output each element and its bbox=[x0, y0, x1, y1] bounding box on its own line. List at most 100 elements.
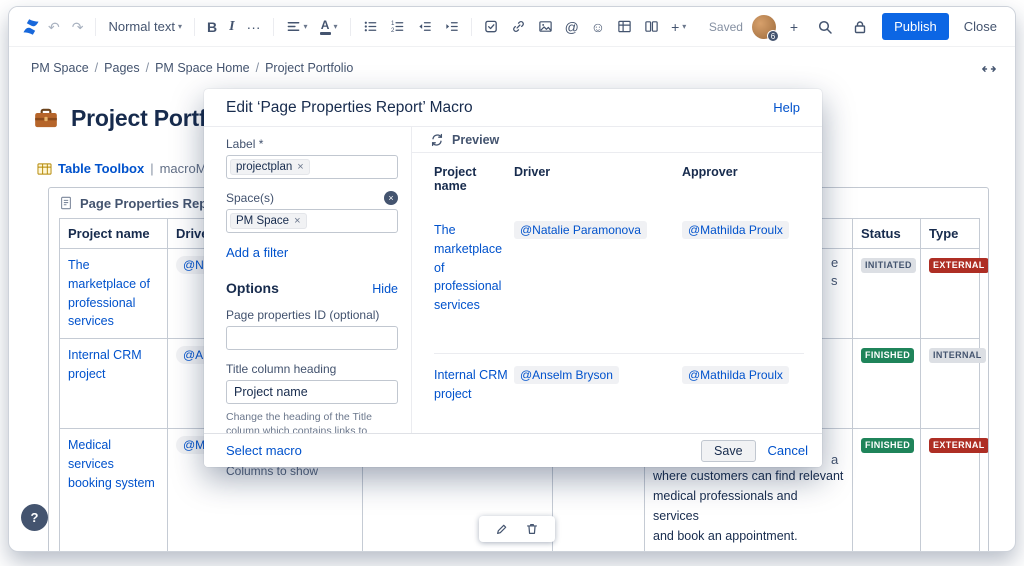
project-link[interactable]: Internal CRM project bbox=[68, 346, 159, 384]
select-macro-link[interactable]: Select macro bbox=[226, 443, 302, 458]
task-list-button[interactable] bbox=[479, 15, 504, 38]
mention-chip[interactable]: @Natalie Paramonova bbox=[514, 221, 647, 239]
preview-row: Internal CRM project @Anselm Bryson @Mat… bbox=[434, 353, 804, 403]
text-fragment: a bbox=[831, 452, 839, 467]
text-color-button[interactable]: A ▾ bbox=[315, 15, 343, 39]
mention-chip[interactable]: @Anselm Bryson bbox=[514, 365, 619, 384]
header-status: Status bbox=[852, 218, 921, 249]
breadcrumb-pm-space[interactable]: PM Space bbox=[31, 61, 89, 75]
text-style-dropdown[interactable]: Normal text ▾ bbox=[103, 15, 186, 38]
lock-icon bbox=[852, 19, 868, 35]
undo-button[interactable]: ↶ bbox=[43, 16, 65, 38]
page-properties-id-label: Page properties ID (optional) bbox=[226, 308, 380, 322]
remove-chip-icon[interactable]: × bbox=[297, 161, 303, 173]
mention-chip[interactable]: @Mathilda Proulx bbox=[682, 365, 789, 384]
add-people-icon: + bbox=[789, 18, 799, 35]
breadcrumb-pages[interactable]: Pages bbox=[104, 61, 139, 75]
breadcrumb-pm-space-home[interactable]: PM Space Home bbox=[155, 61, 249, 75]
text-style-label: Normal text bbox=[108, 19, 175, 34]
outdent-button[interactable] bbox=[412, 15, 437, 38]
task-checkbox-icon bbox=[484, 19, 499, 34]
title-column-heading-input[interactable]: Project name bbox=[226, 380, 398, 404]
preview-label: Preview bbox=[452, 132, 500, 147]
dialog-footer: Select macro Save Cancel bbox=[204, 433, 822, 467]
page-properties-id-input[interactable] bbox=[226, 326, 398, 350]
mention-chip[interactable]: @Mathilda Proulx bbox=[682, 221, 789, 239]
svg-text:1: 1 bbox=[391, 20, 395, 27]
insert-table-button[interactable] bbox=[612, 15, 637, 38]
cell-project: Internal CRM project bbox=[59, 338, 168, 429]
numbered-list-button[interactable]: 12 bbox=[385, 15, 410, 38]
cancel-link[interactable]: Cancel bbox=[768, 443, 808, 458]
toolbar-divider bbox=[95, 17, 97, 36]
bold-button[interactable]: B bbox=[202, 16, 222, 38]
help-link[interactable]: Help bbox=[773, 100, 800, 115]
breadcrumb-separator: / bbox=[145, 61, 150, 75]
link-button[interactable] bbox=[506, 15, 531, 38]
preview-header-row: Project name Driver Approver bbox=[434, 165, 804, 221]
label-chip: projectplan × bbox=[230, 159, 310, 175]
label-input[interactable]: projectplan × bbox=[226, 155, 398, 179]
publish-button[interactable]: Publish bbox=[882, 13, 949, 40]
spaces-input[interactable]: PM Space × bbox=[226, 209, 398, 233]
project-link[interactable]: The marketplace of professional services bbox=[68, 256, 159, 331]
breadcrumb-project-portfolio[interactable]: Project Portfolio bbox=[265, 61, 353, 75]
project-link[interactable]: Medical services booking system bbox=[68, 436, 159, 492]
preview-cell-project: The marketplace of professional services bbox=[434, 221, 514, 354]
mention-button[interactable]: @ bbox=[560, 16, 584, 38]
mention-icon: @ bbox=[564, 18, 579, 35]
insert-more-button[interactable]: + ▾ bbox=[666, 16, 691, 38]
avatar[interactable]: 6 bbox=[751, 14, 779, 42]
project-link[interactable]: Internal CRM project bbox=[434, 366, 510, 404]
save-status-text: Saved bbox=[708, 19, 743, 34]
refresh-icon[interactable] bbox=[430, 133, 444, 147]
edit-pencil-icon[interactable] bbox=[495, 522, 509, 536]
redo-button[interactable]: ↷ bbox=[67, 16, 89, 38]
document-icon bbox=[59, 195, 73, 211]
outdent-icon bbox=[417, 19, 432, 34]
table-floating-toolbar bbox=[479, 516, 555, 542]
preview-cell-approver: @Mathilda Proulx bbox=[682, 353, 804, 403]
project-link[interactable]: The marketplace of professional services bbox=[434, 221, 510, 315]
macro-title: Page Properties Report bbox=[80, 195, 225, 211]
confluence-logo-icon[interactable] bbox=[21, 17, 41, 37]
indent-button[interactable] bbox=[439, 15, 464, 38]
breadcrumb-separator: / bbox=[94, 61, 99, 75]
preview-body: Project name Driver Approver The marketp… bbox=[412, 153, 822, 403]
bullet-list-button[interactable] bbox=[358, 15, 383, 38]
alignment-icon bbox=[286, 19, 301, 34]
emoji-button[interactable]: ☺ bbox=[586, 16, 610, 38]
preview-header-project: Project name bbox=[434, 165, 477, 193]
layouts-button[interactable] bbox=[639, 15, 664, 38]
more-formatting-button[interactable]: ··· bbox=[242, 16, 266, 38]
italic-button[interactable]: I bbox=[224, 16, 239, 38]
type-badge: INTERNAL bbox=[929, 348, 986, 363]
numbered-list-icon: 12 bbox=[390, 19, 405, 34]
invite-button[interactable]: + bbox=[785, 16, 803, 38]
add-filter-link[interactable]: Add a filter bbox=[226, 245, 288, 260]
clear-spaces-icon[interactable]: × bbox=[384, 191, 398, 205]
trash-icon[interactable] bbox=[525, 522, 539, 536]
briefcase-icon bbox=[33, 106, 59, 132]
header-type: Type bbox=[920, 218, 980, 249]
insert-image-button[interactable] bbox=[533, 15, 558, 38]
italic-icon: I bbox=[229, 18, 235, 34]
remove-chip-icon[interactable]: × bbox=[294, 215, 300, 227]
save-button[interactable]: Save bbox=[701, 439, 756, 462]
search-button[interactable] bbox=[812, 15, 838, 39]
help-button[interactable]: ? bbox=[21, 504, 48, 531]
status-badge: FINISHED bbox=[861, 438, 915, 453]
close-button[interactable]: Close bbox=[958, 13, 1003, 40]
cell-project: Medical services booking system bbox=[59, 428, 168, 551]
hide-options-link[interactable]: Hide bbox=[372, 282, 398, 296]
editor-toolbar: ↶ ↷ Normal text ▾ B I ··· ▾ A ▾ 12 @ ☺ +… bbox=[9, 7, 1015, 47]
columns-layout-icon bbox=[644, 19, 659, 34]
table-toolbox-link[interactable]: Table Toolbox bbox=[58, 161, 144, 176]
bold-icon: B bbox=[206, 18, 218, 35]
alignment-button[interactable]: ▾ bbox=[281, 15, 313, 38]
page-width-toggle-icon[interactable] bbox=[981, 61, 997, 77]
bullet-list-icon bbox=[363, 19, 378, 34]
preview-cell-approver: @Mathilda Proulx bbox=[682, 221, 804, 354]
restrictions-button[interactable] bbox=[847, 15, 873, 39]
spaces-field-label: Space(s) bbox=[226, 191, 275, 205]
